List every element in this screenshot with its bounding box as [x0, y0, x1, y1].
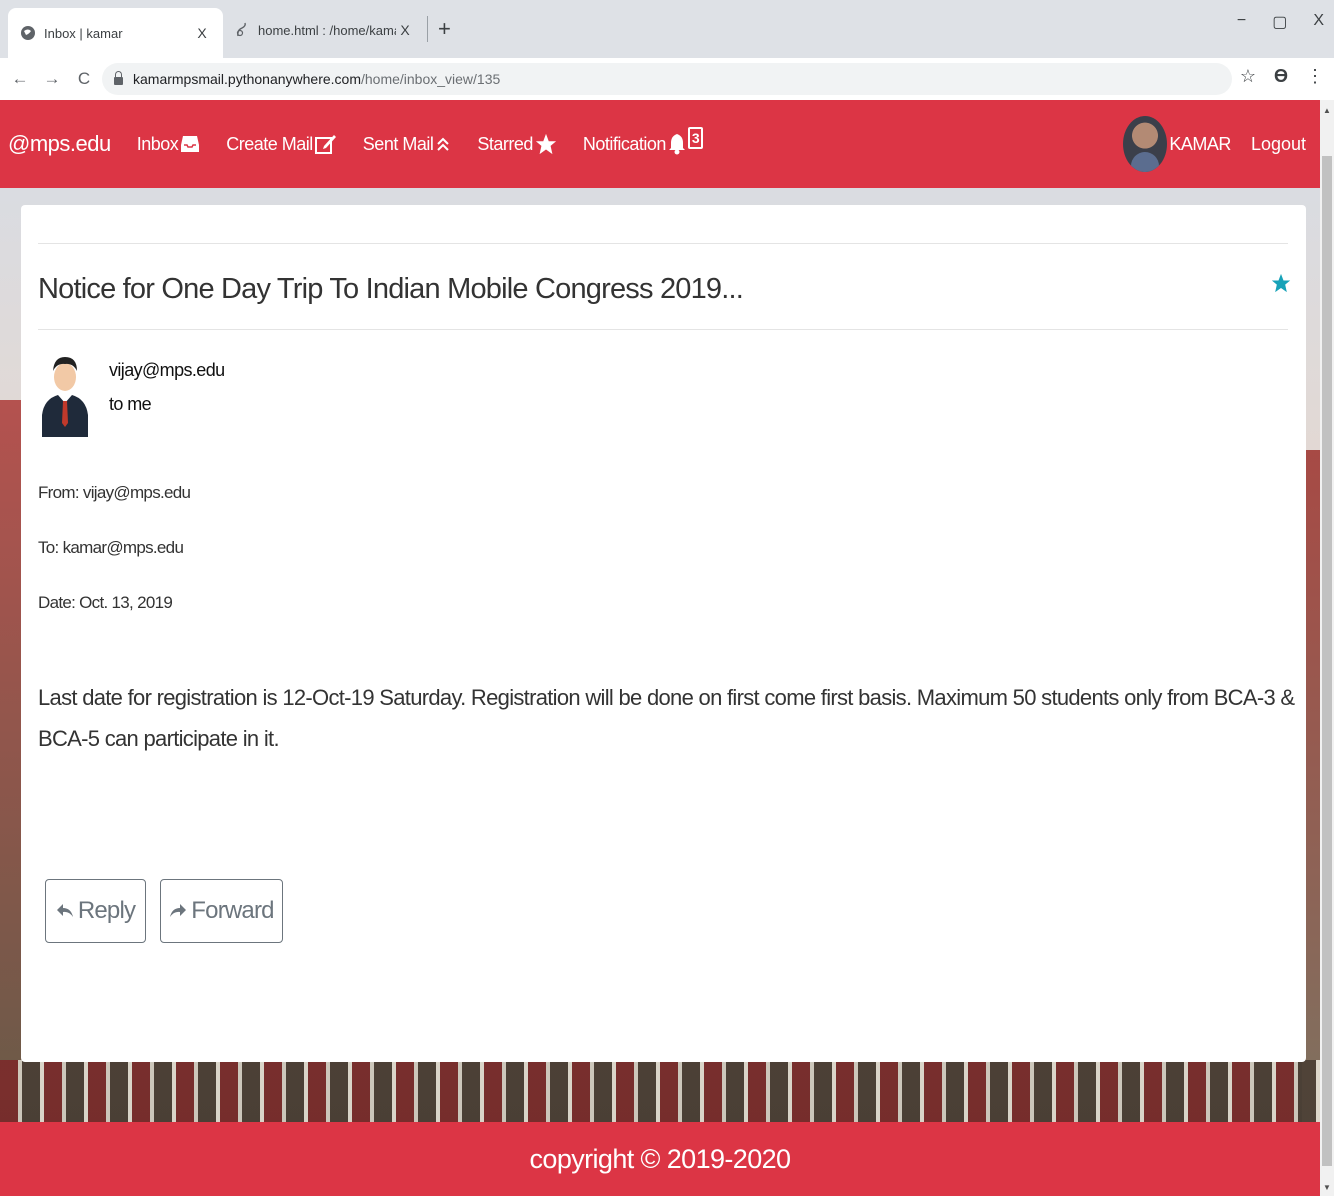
sender-avatar	[42, 357, 88, 437]
globe-icon	[21, 26, 35, 40]
navbar: @mps.edu Inbox Create Mail Sent Mail Sta…	[0, 100, 1320, 188]
back-button[interactable]: ←	[8, 69, 32, 89]
profile-icon[interactable]: ϴ	[1274, 66, 1288, 87]
forward-button[interactable]: Forward	[160, 879, 283, 943]
background-photo	[0, 1060, 1320, 1124]
username[interactable]: KAMAR	[1169, 134, 1231, 155]
sender-email: vijay@mps.edu	[109, 360, 225, 380]
tab-title: Inbox | kamar	[44, 25, 123, 41]
new-tab-button[interactable]: +	[438, 16, 451, 42]
edit-icon	[314, 135, 336, 154]
page-scrollbar[interactable]: ▲ ▼	[1320, 100, 1334, 1196]
inbox-icon	[181, 136, 200, 152]
lock-icon	[114, 71, 123, 85]
nav-notification-label: Notification	[582, 133, 667, 154]
nav-starred-label: Starred	[477, 133, 533, 154]
tab-separator	[427, 16, 428, 42]
scroll-down-icon[interactable]: ▼	[1323, 1183, 1331, 1192]
nav-sent-mail-label: Sent Mail	[362, 133, 434, 154]
logout-link[interactable]: Logout	[1251, 134, 1306, 155]
bell-icon	[668, 134, 685, 155]
scroll-up-icon[interactable]: ▲	[1323, 106, 1331, 115]
web-page: @mps.edu Inbox Create Mail Sent Mail Sta…	[0, 100, 1320, 1196]
close-window-button[interactable]: X	[1313, 12, 1324, 32]
copyright-text: copyright © 2019-2020	[529, 1143, 792, 1174]
tab-home-html[interactable]: home.html : /home/kamarmpsmail X	[224, 8, 424, 52]
avatar	[1123, 116, 1168, 172]
nav-create-mail-label: Create Mail	[226, 133, 313, 154]
maximize-button[interactable]: ▢	[1272, 12, 1287, 32]
browser-toolbar: ← → C kamarmpsmail.pythonanywhere.com /h…	[0, 58, 1334, 100]
forward-button[interactable]: →	[40, 69, 64, 89]
recipient-label: to me	[109, 394, 152, 414]
notification-count-badge: 3	[687, 127, 704, 149]
from-line: From: vijay@mps.edu	[38, 483, 191, 502]
reply-button[interactable]: Reply	[45, 879, 146, 943]
url-path: /home/inbox_view/135	[360, 71, 501, 87]
star-icon[interactable]	[1271, 273, 1291, 293]
tab-title: home.html : /home/kamarmpsmail	[258, 22, 396, 38]
tab-inbox[interactable]: Inbox | kamar X	[8, 8, 223, 58]
bookmark-star-icon[interactable]: ☆	[1240, 66, 1256, 87]
mail-body: Last date for registration is 12-Oct-19 …	[38, 685, 1295, 751]
star-icon	[535, 133, 556, 155]
date-line: Date: Oct. 13, 2019	[38, 593, 173, 612]
python-icon	[236, 22, 246, 37]
reply-label: Reply	[77, 897, 136, 924]
minimize-button[interactable]: −	[1237, 12, 1246, 32]
toolbar-actions: ☆ ϴ ⋮	[1240, 66, 1324, 87]
tab-close-button[interactable]: X	[396, 22, 414, 38]
divider	[38, 329, 1288, 330]
mail-subject: Notice for One Day Trip To Indian Mobile…	[38, 273, 744, 305]
menu-icon[interactable]: ⋮	[1306, 66, 1324, 87]
background-photo	[0, 400, 22, 1100]
nav-starred[interactable]: Starred	[477, 133, 557, 155]
reload-button[interactable]: C	[72, 69, 96, 89]
nav-sent-mail[interactable]: Sent Mail	[363, 134, 452, 155]
forward-icon	[170, 904, 187, 917]
address-bar[interactable]: kamarmpsmail.pythonanywhere.com /home/in…	[102, 63, 1232, 95]
nav-notification[interactable]: Notification 3	[582, 127, 704, 155]
nav-inbox[interactable]: Inbox	[137, 134, 201, 155]
brand-link[interactable]: @mps.edu	[8, 131, 111, 157]
mail-view-card: Notice for One Day Trip To Indian Mobile…	[21, 205, 1306, 1062]
forward-label: Forward	[191, 897, 274, 924]
to-line: To: kamar@mps.edu	[38, 538, 184, 557]
divider	[38, 243, 1288, 244]
double-chevron-up-icon	[437, 137, 450, 151]
nav-create-mail[interactable]: Create Mail	[226, 134, 337, 155]
browser-tabbar: Inbox | kamar X home.html : /home/kamarm…	[0, 0, 1334, 58]
tab-close-button[interactable]: X	[193, 25, 211, 41]
footer: copyright © 2019-2020	[0, 1122, 1320, 1196]
nav-inbox-label: Inbox	[136, 133, 179, 154]
scrollbar-thumb[interactable]	[1322, 156, 1332, 1166]
url-host: kamarmpsmail.pythonanywhere.com	[133, 71, 361, 87]
user-menu: KAMAR Logout	[1123, 116, 1306, 172]
reply-icon	[56, 904, 73, 917]
window-controls: − ▢ X	[1237, 12, 1324, 32]
